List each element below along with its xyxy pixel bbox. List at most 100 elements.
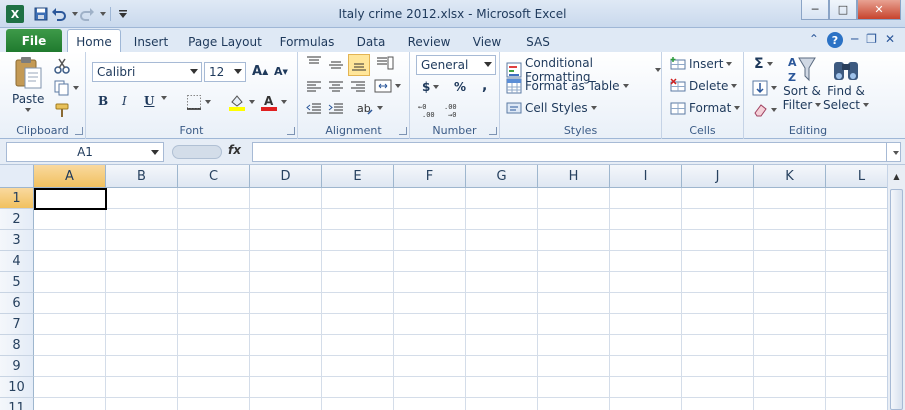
maximize-button[interactable]: □ xyxy=(829,0,857,20)
copy-icon[interactable] xyxy=(54,80,79,96)
delete-cells-button[interactable]: Delete xyxy=(670,78,738,94)
column-header-b[interactable]: B xyxy=(106,165,178,188)
orientation-icon[interactable] xyxy=(376,56,394,72)
currency-button[interactable]: $ xyxy=(422,80,440,94)
merge-center-icon[interactable] xyxy=(374,78,401,94)
insert-cells-button[interactable]: Insert xyxy=(670,56,733,72)
column-header-h[interactable]: H xyxy=(538,165,610,188)
row-header-5[interactable]: 5 xyxy=(0,272,34,293)
minimize-button[interactable]: ─ xyxy=(801,0,829,20)
increase-decimal-icon[interactable]: ←0.00 xyxy=(418,102,438,118)
number-launcher[interactable] xyxy=(489,127,497,135)
tab-page-layout[interactable]: Page Layout xyxy=(186,32,264,52)
workbook-restore-icon[interactable]: ❐ xyxy=(866,32,877,48)
column-header-k[interactable]: K xyxy=(754,165,826,188)
scroll-up-icon[interactable]: ▲ xyxy=(889,169,904,183)
row-header-3[interactable]: 3 xyxy=(0,230,34,251)
tab-view[interactable]: View xyxy=(466,32,508,52)
cell-styles-button[interactable]: Cell Styles xyxy=(506,100,597,116)
column-header-j[interactable]: J xyxy=(682,165,754,188)
clipboard-launcher[interactable] xyxy=(75,127,83,135)
align-center-icon[interactable] xyxy=(328,80,344,94)
fill-color-icon[interactable] xyxy=(228,93,255,111)
grow-font-icon[interactable]: A ▲ xyxy=(252,64,268,79)
insert-function-icon[interactable]: fx xyxy=(228,143,241,157)
cut-icon[interactable] xyxy=(54,58,70,74)
format-painter-icon[interactable] xyxy=(54,102,70,118)
column-header-f[interactable]: F xyxy=(394,165,466,188)
row-header-1[interactable]: 1 xyxy=(0,188,34,209)
column-header-g[interactable]: G xyxy=(466,165,538,188)
alignment-launcher[interactable] xyxy=(399,127,407,135)
row-header-2[interactable]: 2 xyxy=(0,209,34,230)
vertical-scrollbar[interactable]: ▲ xyxy=(887,165,905,410)
column-header-e[interactable]: E xyxy=(322,165,394,188)
wrap-text-icon[interactable]: ab xyxy=(356,100,383,116)
format-as-table-button[interactable]: Format as Table xyxy=(506,78,629,94)
font-size-value: 12 xyxy=(209,65,225,79)
percent-button[interactable]: % xyxy=(454,80,466,94)
select-all-button[interactable] xyxy=(0,165,34,188)
tab-formulas[interactable]: Formulas xyxy=(276,32,338,52)
tab-sas[interactable]: SAS xyxy=(520,32,556,52)
fill-icon[interactable] xyxy=(752,80,777,96)
font-size-combo[interactable]: 12 xyxy=(204,62,246,82)
worksheet-grid: ABCDEFGHIJKL 1 2 3 4 5 6 7 8 9 10 11 ▲ xyxy=(0,165,905,410)
name-box[interactable]: A1 xyxy=(6,142,164,162)
row-header-11[interactable]: 11 xyxy=(0,398,34,410)
column-header-a[interactable]: A xyxy=(34,165,106,188)
decrease-indent-icon[interactable] xyxy=(306,102,322,116)
align-right-icon[interactable] xyxy=(350,80,366,94)
align-left-icon[interactable] xyxy=(306,80,322,94)
tab-file[interactable]: File xyxy=(6,29,62,52)
minimize-ribbon-icon[interactable]: ⌃ xyxy=(809,32,819,48)
workbook-minimize-icon[interactable]: ─ xyxy=(851,32,858,48)
font-name-combo[interactable]: Calibri xyxy=(92,62,202,82)
expand-formula-bar-button[interactable] xyxy=(886,142,901,162)
column-header-c[interactable]: C xyxy=(178,165,250,188)
paste-button[interactable]: Paste xyxy=(12,56,44,112)
underline-button[interactable]: U xyxy=(144,94,154,108)
font-launcher[interactable] xyxy=(287,127,295,135)
bold-button[interactable]: B xyxy=(98,94,108,108)
column-header-i[interactable]: I xyxy=(610,165,682,188)
row-header-7[interactable]: 7 xyxy=(0,314,34,335)
tab-data[interactable]: Data xyxy=(350,32,392,52)
formula-input[interactable] xyxy=(252,142,888,162)
autosum-button[interactable]: Σ xyxy=(754,56,773,72)
clear-icon[interactable] xyxy=(752,102,777,118)
font-color-icon[interactable]: A xyxy=(260,93,287,111)
row-header-10[interactable]: 10 xyxy=(0,377,34,398)
number-format-combo[interactable]: General xyxy=(416,55,496,75)
close-button[interactable]: ✕ xyxy=(857,0,901,20)
tab-review[interactable]: Review xyxy=(404,32,454,52)
paste-label: Paste xyxy=(12,92,45,106)
bottom-align-icon[interactable] xyxy=(348,54,370,76)
row-header-9[interactable]: 9 xyxy=(0,356,34,377)
tab-home[interactable]: Home xyxy=(67,29,121,53)
font-group-label: Font xyxy=(179,124,204,137)
sort-filter-button[interactable]: AZ Sort & Filter xyxy=(782,54,822,112)
scrollbar-thumb[interactable] xyxy=(890,189,903,410)
row-header-6[interactable]: 6 xyxy=(0,293,34,314)
underline-dropdown-icon[interactable] xyxy=(158,96,167,100)
comma-button[interactable]: , xyxy=(482,78,487,94)
workbook-close-icon[interactable]: ✕ xyxy=(885,32,895,48)
find-select-button[interactable]: Find & Select xyxy=(823,54,870,112)
increase-indent-icon[interactable] xyxy=(328,102,344,116)
decrease-decimal-icon[interactable]: .00 →0 xyxy=(444,102,464,118)
middle-align-icon[interactable] xyxy=(328,58,344,72)
row-header-4[interactable]: 4 xyxy=(0,251,34,272)
top-align-icon[interactable] xyxy=(306,56,322,70)
row-header-8[interactable]: 8 xyxy=(0,335,34,356)
cell-area[interactable] xyxy=(34,188,887,410)
italic-button[interactable]: I xyxy=(122,94,127,108)
tab-insert[interactable]: Insert xyxy=(128,32,174,52)
format-cells-button[interactable]: Format xyxy=(670,100,741,116)
borders-icon[interactable] xyxy=(186,94,211,110)
shrink-font-icon[interactable]: A ▼ xyxy=(274,65,288,78)
column-header-d[interactable]: D xyxy=(250,165,322,188)
help-icon[interactable]: ? xyxy=(826,32,843,48)
formula-bar: A1 fx xyxy=(0,139,905,165)
active-cell[interactable] xyxy=(34,188,107,210)
